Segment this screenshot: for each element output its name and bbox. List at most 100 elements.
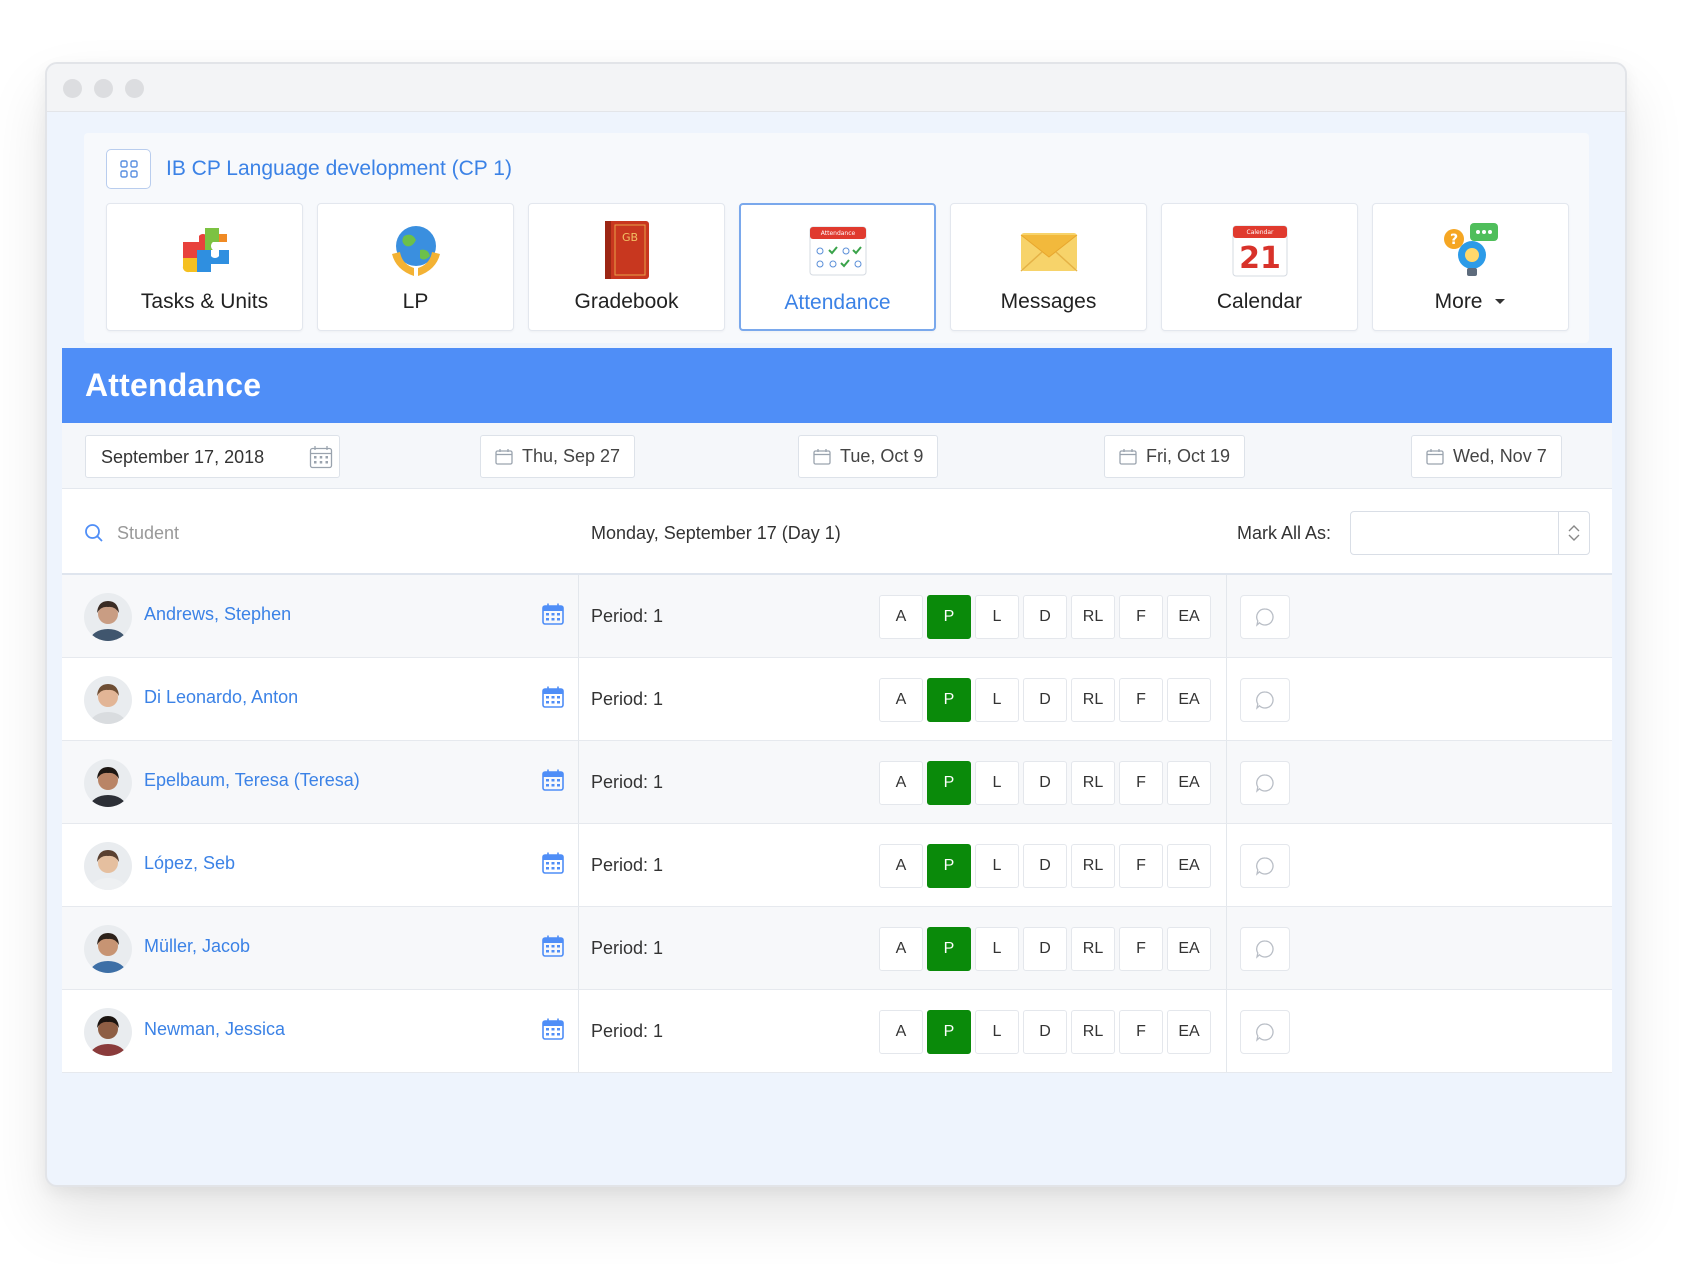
attendance-code-button[interactable]: D	[1023, 678, 1067, 722]
attendance-code-button[interactable]: D	[1023, 761, 1067, 805]
student-name-link[interactable]: Epelbaum, Teresa (Teresa)	[144, 770, 360, 791]
attendance-code-button[interactable]: F	[1119, 595, 1163, 639]
student-name-link[interactable]: Newman, Jessica	[144, 1019, 285, 1040]
attendance-code-button[interactable]: RL	[1071, 927, 1115, 971]
attendance-code-button[interactable]: EA	[1167, 761, 1211, 805]
attendance-code-button[interactable]: A	[879, 761, 923, 805]
calendar-icon[interactable]	[309, 445, 333, 474]
attendance-code-button[interactable]: P	[927, 595, 971, 639]
window-minimize-dot[interactable]	[94, 79, 113, 98]
tile-more[interactable]: ? More	[1372, 203, 1569, 331]
comment-icon	[1255, 774, 1274, 793]
tile-gradebook[interactable]: GB Gradebook	[528, 203, 725, 331]
student-name-link[interactable]: Di Leonardo, Anton	[144, 687, 298, 708]
tile-tasks-units[interactable]: Tasks & Units	[106, 203, 303, 331]
grid-icon[interactable]	[106, 149, 151, 189]
course-header: IB CP Language development (CP 1)	[106, 149, 512, 189]
tile-calendar[interactable]: Calendar 21 Calendar	[1161, 203, 1358, 331]
attendance-code-button[interactable]: L	[975, 761, 1019, 805]
gradebook-book-icon: GB	[595, 218, 659, 282]
mark-all-select[interactable]	[1350, 511, 1590, 555]
attendance-code-button[interactable]: F	[1119, 844, 1163, 888]
attendance-code-button[interactable]: D	[1023, 595, 1067, 639]
column-divider	[578, 575, 579, 657]
attendance-code-button[interactable]: L	[975, 1010, 1019, 1054]
attendance-code-button[interactable]: A	[879, 595, 923, 639]
student-name-link[interactable]: López, Seb	[144, 853, 235, 874]
column-divider	[1226, 741, 1227, 823]
calendar-icon[interactable]	[542, 1018, 564, 1045]
attendance-code-button[interactable]: RL	[1071, 761, 1115, 805]
attendance-code-button[interactable]: F	[1119, 678, 1163, 722]
period-label: Period: 1	[591, 606, 664, 626]
date-picker-field[interactable]: September 17, 2018	[85, 435, 340, 478]
date-button-1[interactable]: Thu, Sep 27	[480, 435, 636, 478]
attendance-code-button[interactable]: D	[1023, 844, 1067, 888]
attendance-code-button[interactable]: L	[975, 595, 1019, 639]
attendance-code-button[interactable]: D	[1023, 1010, 1067, 1054]
attendance-code-button[interactable]: P	[927, 678, 971, 722]
chevron-down-icon	[1568, 534, 1580, 541]
comment-button[interactable]	[1240, 1010, 1290, 1054]
attendance-code-button[interactable]: RL	[1071, 678, 1115, 722]
attendance-code-button[interactable]: D	[1023, 927, 1067, 971]
attendance-code-button[interactable]: F	[1119, 927, 1163, 971]
tile-messages[interactable]: Messages	[950, 203, 1147, 331]
mark-all-label: Mark All As:	[1237, 523, 1332, 543]
attendance-codes: A P L D RL F EA	[879, 678, 1211, 722]
student-name-link[interactable]: Andrews, Stephen	[144, 604, 291, 625]
tile-attendance[interactable]: Attendance Attendance	[739, 203, 936, 331]
attendance-code-button[interactable]: RL	[1071, 844, 1115, 888]
attendance-code-button[interactable]: A	[879, 927, 923, 971]
attendance-code-button[interactable]: P	[927, 844, 971, 888]
select-stepper[interactable]	[1558, 512, 1589, 554]
student-name-link[interactable]: Müller, Jacob	[144, 936, 250, 957]
date-button-2[interactable]: Tue, Oct 9	[798, 435, 939, 478]
attendance-code-button[interactable]: EA	[1167, 927, 1211, 971]
attendance-code-button[interactable]: RL	[1071, 1010, 1115, 1054]
calendar-icon[interactable]	[542, 935, 564, 962]
attendance-code-button[interactable]: EA	[1167, 678, 1211, 722]
attendance-code-button[interactable]: EA	[1167, 1010, 1211, 1054]
window-zoom-dot[interactable]	[125, 79, 144, 98]
comment-button[interactable]	[1240, 927, 1290, 971]
attendance-code-button[interactable]: F	[1119, 1010, 1163, 1054]
svg-text:Calendar: Calendar	[1246, 229, 1274, 236]
calendar-icon[interactable]	[542, 852, 564, 879]
column-divider	[578, 907, 579, 989]
calendar-icon[interactable]	[542, 769, 564, 796]
calendar-icon[interactable]	[542, 603, 564, 630]
tile-lp[interactable]: LP	[317, 203, 514, 331]
student-search-input[interactable]: Student	[117, 523, 179, 544]
avatar	[84, 593, 132, 641]
comment-icon	[1255, 857, 1274, 876]
window-close-dot[interactable]	[63, 79, 82, 98]
comment-button[interactable]	[1240, 844, 1290, 888]
attendance-code-button[interactable]: L	[975, 844, 1019, 888]
date-button-3[interactable]: Fri, Oct 19	[1104, 435, 1246, 478]
comment-button[interactable]	[1240, 595, 1290, 639]
column-divider	[1226, 658, 1227, 740]
svg-text:Attendance: Attendance	[820, 230, 855, 237]
attendance-code-button[interactable]: P	[927, 1010, 971, 1054]
attendance-code-button[interactable]: F	[1119, 761, 1163, 805]
attendance-code-button[interactable]: A	[879, 1010, 923, 1054]
avatar	[84, 1008, 132, 1056]
date-button-4[interactable]: Wed, Nov 7	[1411, 435, 1562, 478]
table-row: Newman, Jessica Period: 1 A P L D RL F EA	[62, 990, 1612, 1073]
attendance-code-button[interactable]: EA	[1167, 844, 1211, 888]
attendance-code-button[interactable]: P	[927, 761, 971, 805]
calendar-icon	[495, 448, 513, 465]
attendance-code-button[interactable]: A	[879, 678, 923, 722]
attendance-code-button[interactable]: A	[879, 844, 923, 888]
attendance-code-button[interactable]: RL	[1071, 595, 1115, 639]
calendar-icon[interactable]	[542, 686, 564, 713]
comment-button[interactable]	[1240, 761, 1290, 805]
attendance-code-button[interactable]: EA	[1167, 595, 1211, 639]
attendance-code-button[interactable]: P	[927, 927, 971, 971]
comment-button[interactable]	[1240, 678, 1290, 722]
avatar	[84, 676, 132, 724]
course-title[interactable]: IB CP Language development (CP 1)	[166, 157, 512, 181]
attendance-code-button[interactable]: L	[975, 678, 1019, 722]
attendance-code-button[interactable]: L	[975, 927, 1019, 971]
